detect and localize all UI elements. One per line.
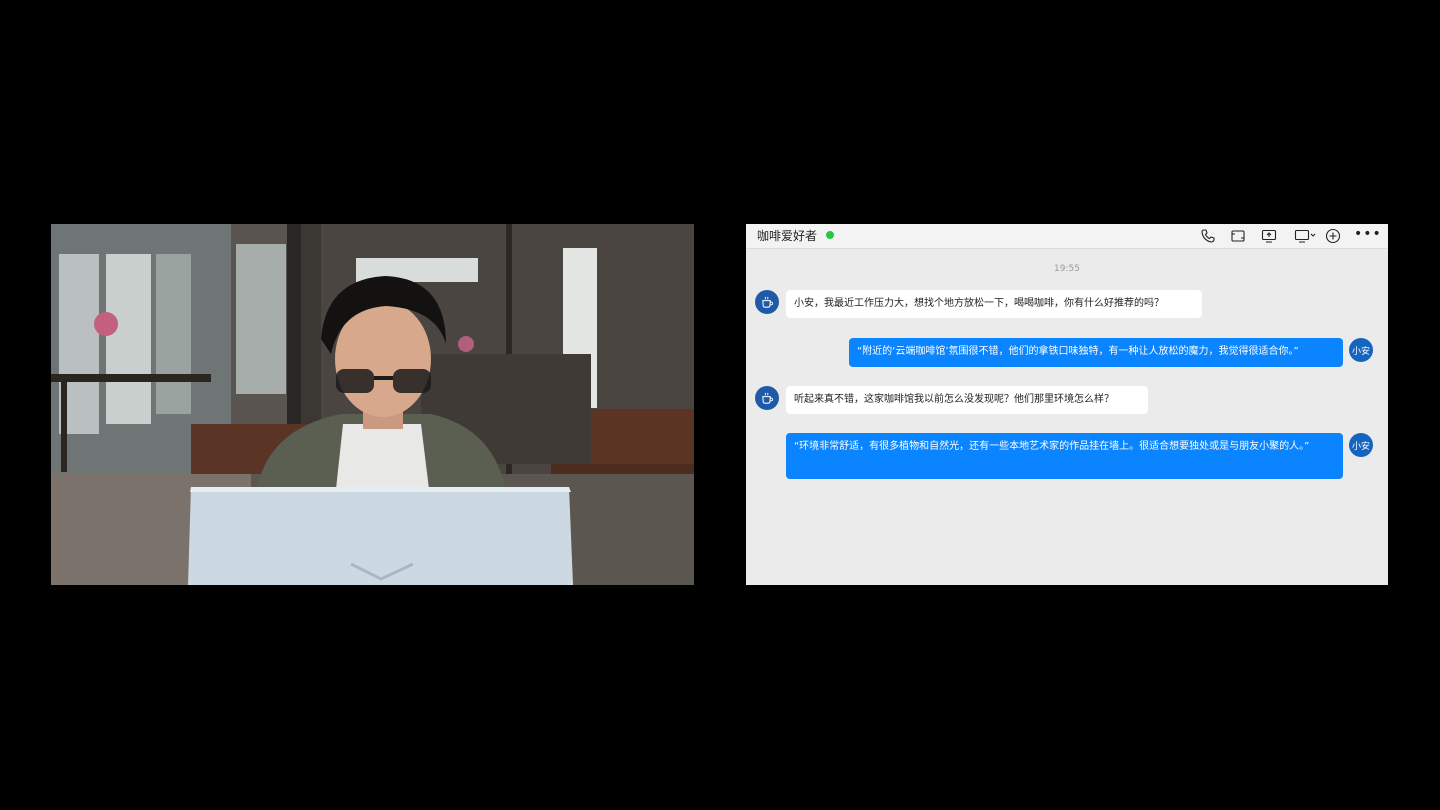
chat-message: “附近的‘云端咖啡馆’氛围很不错，他们的拿铁口味独特，有一种让人放松的魔力，我觉… [849,338,1343,367]
chat-message: 小安，我最近工作压力大，想找个地方放松一下，喝喝咖啡，你有什么好推荐的吗？ [786,290,1202,318]
screen-share-icon[interactable] [1260,227,1278,245]
coffee-cup-icon [761,392,773,404]
message-timestamp: 19:55 [1054,264,1080,274]
video-call-icon[interactable] [1229,227,1247,245]
chat-message: 听起来真不错，这家咖啡馆我以前怎么没发现呢？他们那里环境怎么样？ [786,386,1148,414]
user-avatar[interactable]: 小安 [1349,338,1373,362]
chat-window: 咖啡爱好者 ••• 19:55 小安，我最近工作压力大，想找个地方放松一下，喝喝… [746,224,1388,585]
online-status-dot [826,231,834,239]
remote-desktop-icon[interactable] [1292,227,1318,245]
coffee-cup-icon [761,296,773,308]
user-avatar[interactable]: 小安 [1349,433,1373,457]
more-icon[interactable]: ••• [1354,227,1381,245]
video-frame [51,224,694,585]
contact-avatar[interactable] [755,386,779,410]
cafe-scene-image [51,224,694,585]
chat-title: 咖啡爱好者 [757,229,818,243]
chat-message: “环境非常舒适，有很多植物和自然光，还有一些本地艺术家的作品挂在墙上。很适合想要… [786,433,1343,479]
add-icon[interactable] [1324,227,1342,245]
chat-header: 咖啡爱好者 ••• [746,224,1388,249]
phone-icon[interactable] [1199,227,1217,245]
contact-avatar[interactable] [755,290,779,314]
